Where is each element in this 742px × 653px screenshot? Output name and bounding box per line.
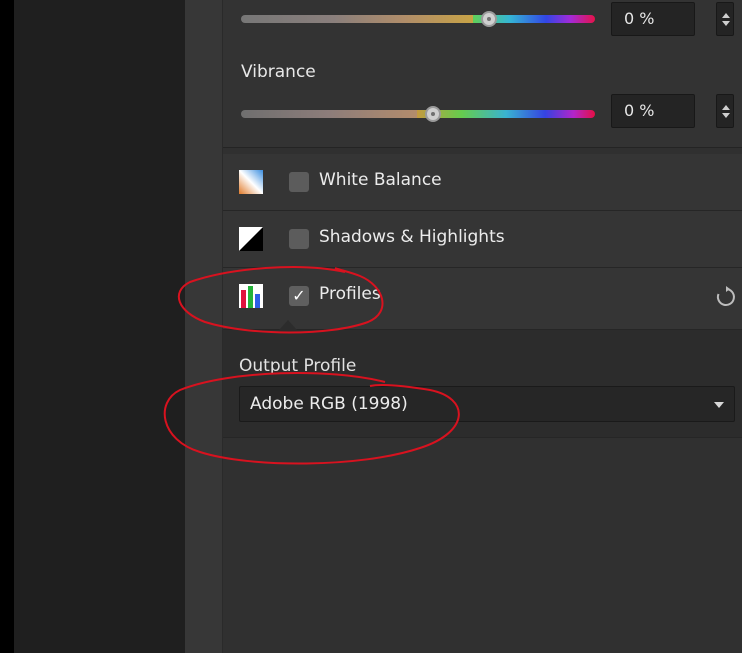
color-sliders-section: 0 % Vibrance 0 %: [223, 0, 742, 148]
saturation-slider[interactable]: [241, 11, 595, 27]
shadows-highlights-icon: [239, 227, 263, 251]
slider-track-right: [417, 110, 595, 118]
reset-icon[interactable]: [715, 286, 737, 308]
panel-shadows-highlights[interactable]: Shadows & Highlights: [223, 211, 742, 268]
shadows-highlights-label: Shadows & Highlights: [319, 227, 505, 247]
white-balance-checkbox[interactable]: [289, 172, 309, 192]
vibrance-stepper[interactable]: [716, 94, 734, 128]
adjustments-panel: 0 % Vibrance 0 % White Balance Shadows &…: [223, 0, 742, 653]
vibrance-value-field[interactable]: 0 %: [611, 94, 695, 128]
vibrance-label: Vibrance: [241, 62, 316, 82]
shadows-highlights-checkbox[interactable]: [289, 229, 309, 249]
output-profile-dropdown[interactable]: Adobe RGB (1998): [239, 386, 735, 422]
left-edge: [0, 0, 14, 653]
white-balance-icon: [239, 170, 263, 194]
output-profile-section: Output Profile Adobe RGB (1998): [223, 330, 742, 438]
chevron-down-icon[interactable]: [714, 402, 724, 408]
panel-profiles[interactable]: ✓ Profiles: [223, 268, 742, 330]
slider-track-left: [241, 110, 417, 118]
panel-gutter: [185, 0, 223, 653]
white-balance-label: White Balance: [319, 170, 442, 190]
output-profile-selected-value: Adobe RGB (1998): [250, 394, 408, 414]
panel-white-balance[interactable]: White Balance: [223, 154, 742, 211]
saturation-stepper[interactable]: [716, 2, 734, 36]
vibrance-slider-thumb[interactable]: [425, 106, 441, 122]
section-pointer: [279, 320, 297, 330]
slider-track-left: [241, 15, 473, 23]
profiles-icon: [239, 284, 263, 308]
saturation-value-field[interactable]: 0 %: [611, 2, 695, 36]
vibrance-slider[interactable]: [241, 106, 595, 122]
saturation-slider-thumb[interactable]: [481, 11, 497, 27]
profiles-label: Profiles: [319, 284, 381, 304]
output-profile-label: Output Profile: [239, 356, 357, 376]
profiles-checkbox[interactable]: ✓: [289, 286, 309, 306]
left-panel: [14, 0, 185, 653]
